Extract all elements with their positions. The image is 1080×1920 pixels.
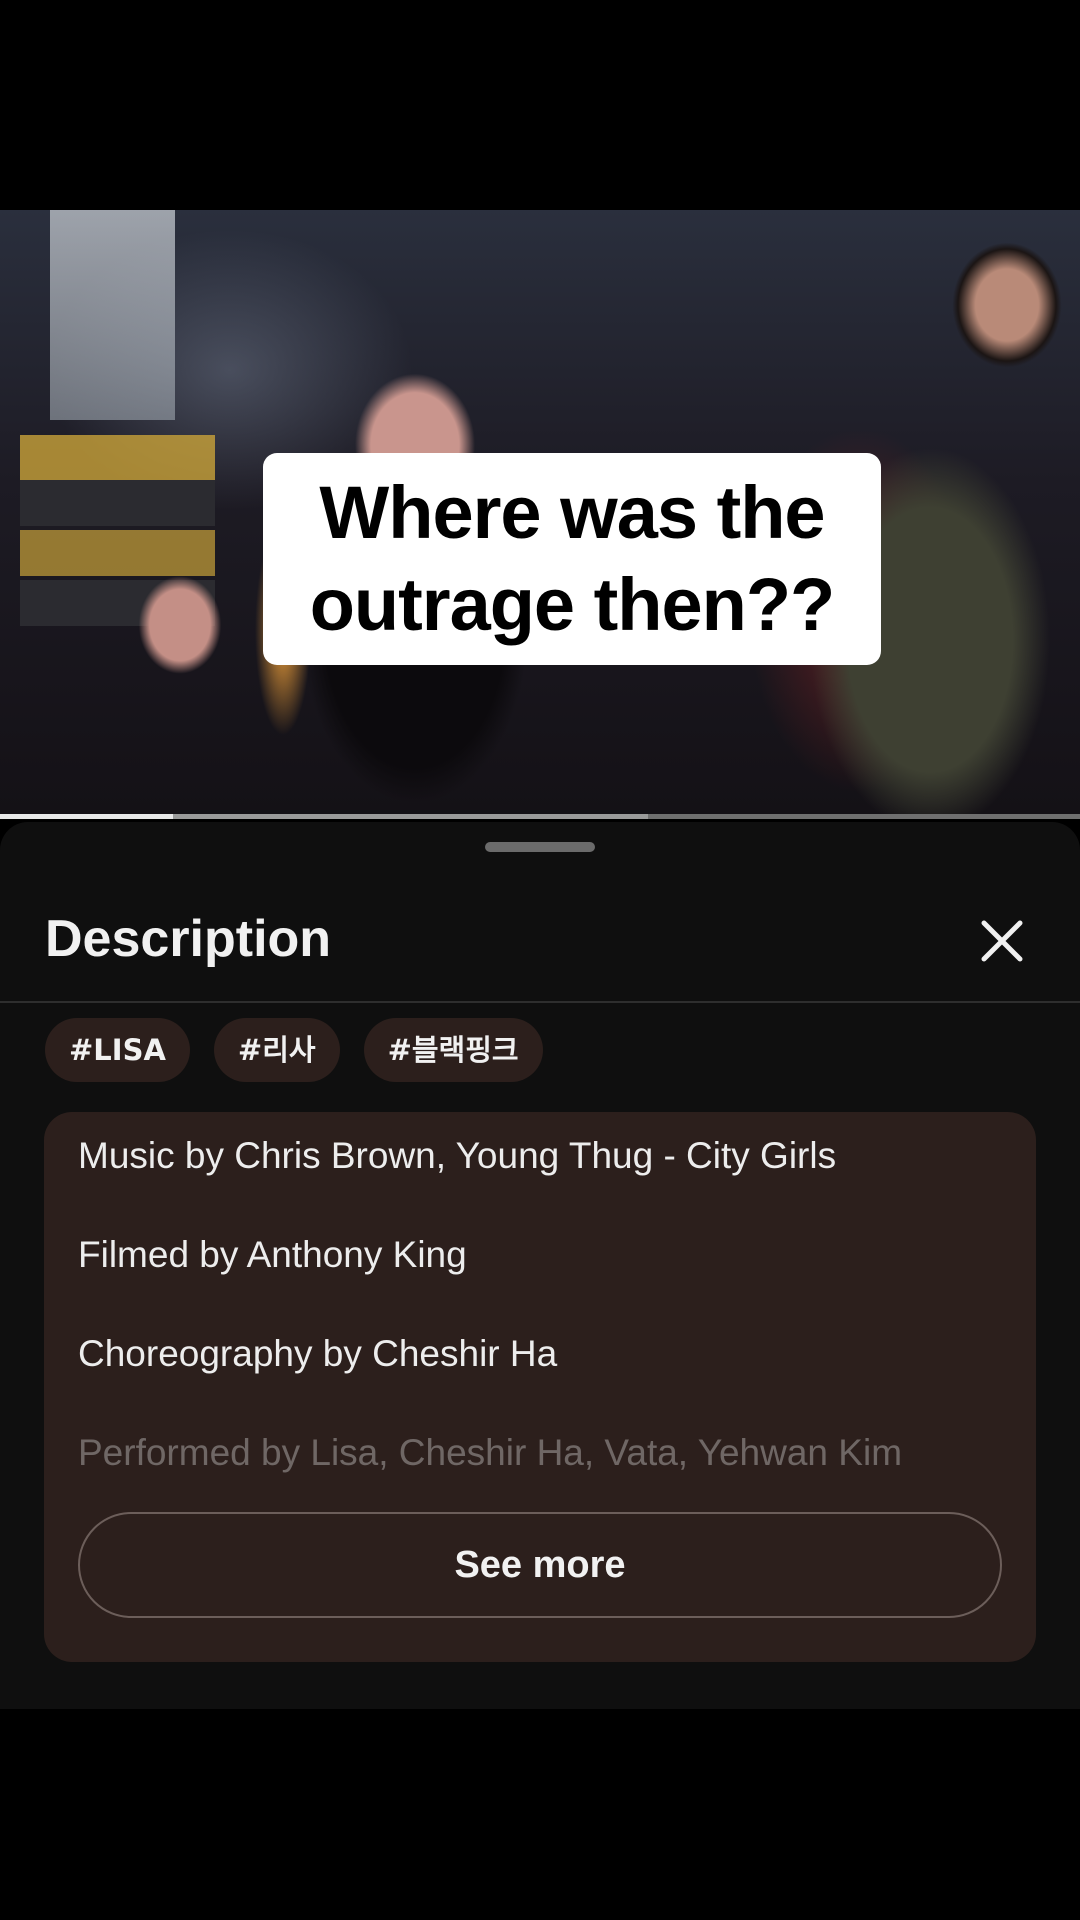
description-line: Filmed by Anthony King — [78, 1234, 467, 1275]
sheet-drag-handle[interactable] — [485, 842, 595, 852]
video-caption: Where was the outrage then?? — [263, 453, 881, 665]
hashtag-chip[interactable]: #리사 — [213, 1018, 340, 1082]
hashtag-chip[interactable]: #블랙핑크 — [363, 1018, 543, 1082]
close-button[interactable] — [970, 909, 1034, 973]
hashtag-chip[interactable]: #LISA — [45, 1018, 190, 1082]
description-line: Choreography by Cheshir Ha — [78, 1333, 558, 1374]
description-card: Music by Chris Brown, Young Thug - City … — [44, 1112, 1036, 1662]
divider — [0, 1001, 1080, 1003]
background-pillar — [50, 210, 175, 420]
sheet-title: Description — [45, 910, 332, 968]
background-stripe — [20, 480, 215, 526]
background-person-head — [935, 225, 1080, 385]
hashtag-list: #LISA #리사 #블랙핑크 — [45, 1018, 543, 1082]
dancer-hand — [125, 560, 235, 690]
video-frame[interactable]: Where was the outrage then?? — [0, 210, 1080, 814]
description-line: Music by Chris Brown, Young Thug - City … — [78, 1135, 837, 1176]
caption-line: Where was the — [319, 471, 825, 554]
description-text: Music by Chris Brown, Young Thug - City … — [78, 1134, 1018, 1530]
description-sheet: Description #LISA #리사 #블랙핑크 Music by Chr… — [0, 822, 1080, 1709]
see-more-button[interactable]: See more — [78, 1512, 1002, 1618]
progress-played — [0, 814, 173, 819]
video-progress-bar[interactable] — [0, 814, 1080, 819]
caption-line: outrage then?? — [309, 563, 836, 646]
close-icon — [981, 920, 1023, 962]
description-line: Performed by Lisa, Cheshir Ha, Vata, Yeh… — [78, 1432, 903, 1473]
background-stripe — [20, 435, 215, 481]
